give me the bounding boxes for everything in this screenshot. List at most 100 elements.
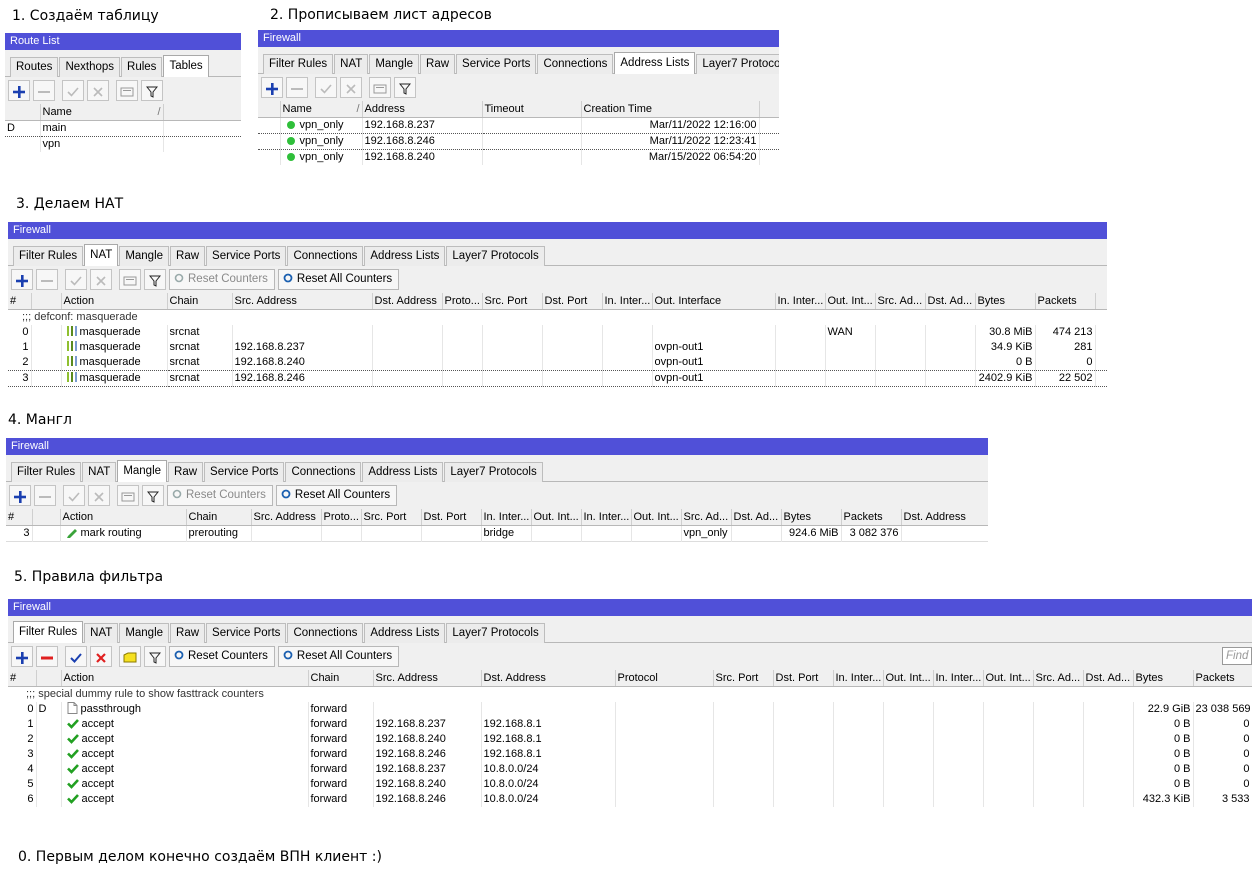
column-header-dst-port[interactable]: Dst. Port [773, 670, 834, 687]
column-header-packets[interactable]: Packets [1193, 670, 1252, 687]
table-row[interactable]: vpn_only 192.168.8.246 Mar/11/2022 12:23:4… [258, 132, 779, 150]
column-header-address[interactable]: Address [362, 101, 483, 118]
tab-filter-rules[interactable]: Filter Rules [263, 54, 334, 75]
column-header-out-interface[interactable]: Out. Interface [652, 293, 776, 310]
comment-button[interactable] [369, 77, 391, 98]
remove-button[interactable] [36, 269, 58, 290]
reset-all-counters-button[interactable]: Reset All Counters [275, 485, 398, 506]
table-row[interactable]: 1 accept forward 192.168.8.237 192.168.8… [8, 716, 1252, 732]
filter-button[interactable] [144, 646, 166, 667]
column-header-dst-address-list[interactable]: Dst. Ad... [731, 509, 782, 526]
remove-button[interactable] [33, 80, 55, 101]
disable-button[interactable] [88, 485, 110, 506]
comment-button[interactable] [119, 646, 141, 667]
column-header-bytes[interactable]: Bytes [975, 293, 1036, 310]
reset-counters-button[interactable]: Reset Counters [167, 485, 273, 506]
table-row[interactable]: vpn_only 192.168.8.237 Mar/11/2022 12:16:0… [258, 117, 779, 133]
column-header-dst-address-list[interactable]: Dst. Ad... [1083, 670, 1134, 687]
tab-connections[interactable]: Connections [285, 462, 362, 483]
rule-comment-row[interactable]: ;;; special dummy rule to show fasttrack… [8, 686, 1252, 702]
column-header-out-interface-list[interactable]: Out. Int... [631, 509, 682, 526]
filter-button[interactable] [141, 80, 163, 101]
column-header-protocol[interactable]: Proto... [442, 293, 483, 310]
tab-nat[interactable]: NAT [84, 244, 119, 267]
disable-button[interactable] [340, 77, 362, 98]
table-row[interactable]: 1 masquerade srcnat 192.168.8.237 ovpn-o… [8, 339, 1107, 355]
comment-button[interactable] [116, 80, 138, 101]
tab-filter-rules[interactable]: Filter Rules [13, 246, 84, 267]
tab-nat[interactable]: NAT [84, 623, 119, 644]
remove-button[interactable] [36, 646, 58, 667]
table-row[interactable]: 6 accept forward 192.168.8.246 10.8.0.0/… [8, 791, 1252, 807]
column-header-chain[interactable]: Chain [308, 670, 374, 687]
column-header-number[interactable]: # [8, 293, 32, 310]
column-header-src-address[interactable]: Src. Address [251, 509, 322, 526]
reset-all-counters-button[interactable]: Reset All Counters [277, 269, 400, 290]
column-header-number[interactable]: # [6, 509, 33, 526]
tab-raw[interactable]: Raw [420, 54, 456, 75]
table-row[interactable]: Dmain [5, 119, 241, 137]
tab-tables[interactable]: Tables [163, 55, 209, 78]
filter-button[interactable] [142, 485, 164, 506]
column-header-bytes[interactable]: Bytes [781, 509, 842, 526]
tab-address-lists[interactable]: Address Lists [364, 623, 446, 644]
column-header-in-interface[interactable]: In. Inter... [481, 509, 532, 526]
column-header-dst-address-list[interactable]: Dst. Ad... [925, 293, 976, 310]
column-header-in-interface-list[interactable]: In. Inter... [775, 293, 826, 310]
table-row[interactable]: 0 D passthrough forward 22.9 GiB 23 038 … [8, 701, 1252, 717]
table-row[interactable]: vpn_only 192.168.8.240 Mar/15/2022 06:54:2… [258, 149, 779, 165]
column-header-dst-address[interactable]: Dst. Address [901, 509, 988, 526]
add-button[interactable] [11, 646, 33, 667]
column-header-timeout[interactable]: Timeout [482, 101, 582, 118]
enable-button[interactable] [62, 80, 84, 101]
tab-layer7-protocols[interactable]: Layer7 Protocols [446, 623, 545, 644]
column-header-out-interface[interactable]: Out. Int... [883, 670, 934, 687]
add-button[interactable] [8, 80, 30, 101]
tab-connections[interactable]: Connections [537, 54, 614, 75]
reset-counters-button[interactable]: Reset Counters [169, 269, 275, 290]
column-header-out-interface-list[interactable]: Out. Int... [825, 293, 876, 310]
column-header-src-port[interactable]: Src. Port [482, 293, 543, 310]
tab-service-ports[interactable]: Service Ports [206, 623, 287, 644]
disable-button[interactable] [87, 80, 109, 101]
column-header-dst-port[interactable]: Dst. Port [542, 293, 603, 310]
tab-raw[interactable]: Raw [168, 462, 204, 483]
column-header-flag[interactable] [5, 104, 41, 121]
tab-service-ports[interactable]: Service Ports [456, 54, 537, 75]
remove-button[interactable] [34, 485, 56, 506]
column-header-action[interactable]: Action [61, 293, 168, 310]
column-header-name[interactable]: Name / [280, 101, 363, 118]
column-header-protocol[interactable]: Protocol [615, 670, 714, 687]
column-header-src-address-list[interactable]: Src. Ad... [681, 509, 732, 526]
tab-nat[interactable]: NAT [334, 54, 369, 75]
find-input[interactable]: Find [1222, 647, 1252, 665]
column-header-in-interface-list[interactable]: In. Inter... [581, 509, 632, 526]
column-header-in-interface-list[interactable]: In. Inter... [933, 670, 984, 687]
tab-nexthops[interactable]: Nexthops [59, 57, 121, 78]
column-header-bytes[interactable]: Bytes [1133, 670, 1194, 687]
tab-layer7-protocols[interactable]: Layer7 Protocols [696, 54, 779, 75]
add-button[interactable] [261, 77, 283, 98]
column-header-dst-address[interactable]: Dst. Address [372, 293, 443, 310]
tab-rules[interactable]: Rules [121, 57, 163, 78]
table-row[interactable]: 2 masquerade srcnat 192.168.8.240 ovpn-o… [8, 354, 1107, 370]
tab-address-lists[interactable]: Address Lists [362, 462, 444, 483]
column-header-src-port[interactable]: Src. Port [361, 509, 422, 526]
tab-routes[interactable]: Routes [10, 57, 59, 78]
disable-button[interactable] [90, 269, 112, 290]
column-header-packets[interactable]: Packets [1035, 293, 1096, 310]
column-header-src-address-list[interactable]: Src. Ad... [875, 293, 926, 310]
column-header-src-address[interactable]: Src. Address [232, 293, 373, 310]
reset-all-counters-button[interactable]: Reset All Counters [277, 646, 400, 667]
tab-layer7-protocols[interactable]: Layer7 Protocols [444, 462, 543, 483]
tab-filter-rules[interactable]: Filter Rules [11, 462, 82, 483]
column-header-name[interactable]: Name / [40, 104, 164, 121]
rule-comment-row[interactable]: ;;; defconf: masquerade [8, 309, 1107, 325]
column-header-chain[interactable]: Chain [167, 293, 233, 310]
table-row[interactable]: 3 accept forward 192.168.8.246 192.168.8… [8, 746, 1252, 762]
column-header-src-address-list[interactable]: Src. Ad... [1033, 670, 1084, 687]
enable-button[interactable] [315, 77, 337, 98]
table-row[interactable]: 4 accept forward 192.168.8.237 10.8.0.0/… [8, 761, 1252, 777]
enable-button[interactable] [63, 485, 85, 506]
filter-button[interactable] [394, 77, 416, 98]
